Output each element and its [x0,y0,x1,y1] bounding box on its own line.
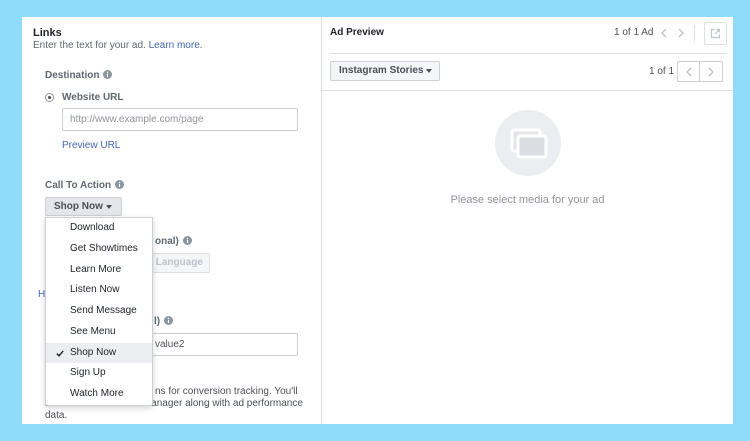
cta-option-label: Download [70,222,115,233]
empty-media-message: Please select media for your ad [450,194,605,206]
header-rule [330,53,727,54]
chevron-down-icon [426,69,432,73]
checkmark-icon [56,349,64,357]
cta-option-label: See Menu [70,325,116,337]
chevron-right-icon [708,67,714,77]
call-to-action-label: Call To Action [45,180,112,191]
tracking-note-line-3: data. [45,410,68,421]
cta-option-label: Sign Up [70,367,106,379]
cta-option-send-message[interactable]: Send Message [46,301,152,322]
cta-option-download[interactable]: Download [46,218,152,239]
website-url-radio[interactable] [45,93,54,102]
call-to-action-label-row: Call To Action [45,180,125,192]
open-preview-button[interactable] [704,22,727,45]
call-to-action-selected: Shop Now [54,201,103,212]
chevron-left-icon[interactable] [661,28,667,38]
website-url-label: Website URL [62,92,124,103]
cta-option-label: Listen Now [70,284,120,296]
info-icon[interactable] [103,70,113,79]
ad-preview-section: Ad Preview 1 of 1 Ad Instagram Stories 1… [322,17,733,424]
chevron-right-icon[interactable] [678,28,684,38]
cta-option-label: Watch More [70,388,124,399]
media-gallery-icon [495,110,561,176]
links-title: Links [33,27,62,39]
ad-counter: 1 of 1 Ad [614,27,654,38]
cta-option-get-showtimes[interactable]: Get Showtimes [46,239,152,260]
info-icon[interactable] [115,180,125,189]
call-to-action-dropdown-button[interactable]: Shop Now [45,197,122,216]
ad-preview-title: Ad Preview [330,27,384,38]
toolbar-rule [322,90,733,91]
placement-selected: Instagram Stories [339,65,424,76]
website-url-input[interactable] [62,108,298,131]
cta-option-label: Get Showtimes [70,242,138,254]
cta-option-watch-more[interactable]: Watch More [46,384,152,405]
url-parameters-input[interactable] [140,333,298,356]
chevron-left-icon [685,67,692,77]
previous-placement-button[interactable] [677,61,700,82]
url-parameters-label-row: l) [154,316,174,328]
cta-option-sign-up[interactable]: Sign Up [46,363,152,384]
chevron-down-icon [106,205,112,209]
links-section: Links Enter the text for your ad. Learn … [22,17,322,424]
optional-field-label-tail: onal) [155,236,179,247]
preview-url-link[interactable]: Preview URL [62,140,120,152]
links-description-text: Enter the text for your ad. [33,40,146,51]
placement-counter: 1 of 1 [649,66,675,77]
cta-option-label: Send Message [70,305,137,316]
cta-option-label: Learn More [70,263,122,275]
ad-editor-panel: Links Enter the text for your ad. Learn … [22,17,733,424]
header-divider [694,25,695,42]
cta-option-listen-now[interactable]: Listen Now [46,280,152,301]
cta-option-shop-now[interactable]: Shop Now [46,342,152,364]
url-parameters-label-tail: l) [154,316,161,327]
placement-pager [677,61,723,82]
radio-selected-dot [48,96,51,99]
cta-option-see-menu[interactable]: See Menu [46,322,152,343]
call-to-action-menu: Download Get Showtimes Learn More Listen… [45,217,153,406]
destination-label-row: Destination [45,70,113,82]
placement-dropdown-button[interactable]: Instagram Stories [330,61,440,81]
learn-more-link[interactable]: Learn more. [149,40,203,51]
info-icon[interactable] [182,236,192,245]
links-description: Enter the text for your ad. Learn more. [33,40,203,52]
cta-option-label: Shop Now [70,346,117,358]
info-icon[interactable] [164,316,174,325]
optional-field-label-row: onal) [155,236,192,248]
media-placeholder [495,110,561,176]
next-placement-button[interactable] [700,61,723,82]
destination-label: Destination [45,70,100,81]
external-link-icon [710,28,721,39]
tracking-note-line-1: ns for conversion tracking. You'll [155,386,298,397]
cta-option-learn-more[interactable]: Learn More [46,260,152,281]
